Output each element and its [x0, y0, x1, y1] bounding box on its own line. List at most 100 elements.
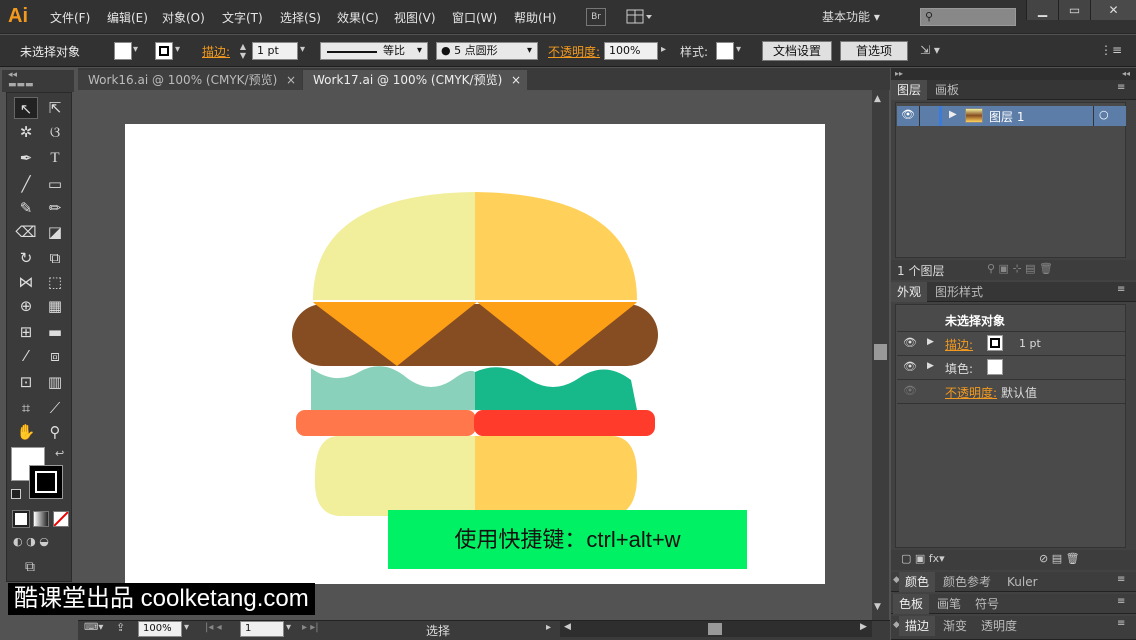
layers-footer-icons[interactable]: ⚲ ▣ ⊹ ▤ 🗑: [987, 262, 1053, 275]
next-artboard-icons[interactable]: ▸ ▸|: [302, 622, 319, 633]
expand-triangle-icon[interactable]: ▶: [927, 361, 934, 371]
chevron-down-icon[interactable]: ▾: [286, 622, 291, 633]
color-mode-button[interactable]: [12, 510, 30, 528]
chevron-down-icon[interactable]: ▸: [661, 44, 666, 55]
style-swatch[interactable]: [716, 42, 734, 60]
eye-icon[interactable]: 👁: [903, 360, 917, 373]
stroke-swatch[interactable]: [155, 42, 173, 60]
appearance-footer-right-icons[interactable]: ⊘ ▤ 🗑: [1039, 552, 1080, 565]
scroll-up-icon[interactable]: ▲: [874, 94, 881, 104]
symbol-sprayer-tool[interactable]: ⊡: [14, 371, 38, 393]
tab-stroke[interactable]: 描边: [899, 616, 936, 636]
tab-gradient[interactable]: 渐变: [937, 616, 973, 636]
free-transform-tool[interactable]: ⬚: [43, 271, 67, 293]
screen-mode-icon[interactable]: ⧉: [25, 559, 51, 577]
default-colors-icon[interactable]: [11, 489, 21, 499]
target-circle-icon[interactable]: ○: [1099, 108, 1109, 121]
expand-triangle-icon[interactable]: ▶: [949, 109, 957, 120]
type-tool[interactable]: T: [43, 147, 67, 169]
panel-menu-icon[interactable]: ≡: [1117, 596, 1125, 607]
panel-menu-icon[interactable]: ≡: [1117, 82, 1125, 93]
minimize-button[interactable]: ▁: [1026, 0, 1058, 20]
menu-type[interactable]: 文字(T): [222, 9, 263, 26]
preferences-button[interactable]: 首选项: [840, 41, 908, 61]
paintbrush-tool[interactable]: ✎: [14, 197, 38, 219]
eyedropper-tool[interactable]: ⁄: [14, 345, 38, 367]
zoom-tool[interactable]: ⚲: [43, 421, 67, 443]
width-tool[interactable]: ⋈: [14, 271, 38, 293]
tab-artboards[interactable]: 画板: [929, 80, 965, 100]
chevron-down-icon[interactable]: ▾: [133, 44, 138, 55]
lasso-tool[interactable]: ଓ: [43, 121, 67, 143]
appearance-stroke-row[interactable]: 👁 ▶ 描边: 1 pt: [897, 332, 1126, 356]
magic-wand-tool[interactable]: ✲: [14, 121, 38, 143]
menu-help[interactable]: 帮助(H): [514, 9, 556, 26]
workspace-switcher[interactable]: 基本功能 ▾: [822, 8, 880, 25]
opacity-field[interactable]: 100%: [604, 42, 658, 60]
mesh-tool[interactable]: ⊞: [14, 321, 38, 343]
menu-select[interactable]: 选择(S): [280, 9, 321, 26]
tab-transparency[interactable]: 透明度: [975, 616, 1023, 636]
menu-object[interactable]: 对象(O): [162, 9, 205, 26]
document-setup-button[interactable]: 文档设置: [762, 41, 832, 61]
menu-edit[interactable]: 编辑(E): [107, 9, 148, 26]
share-icon[interactable]: ⇪: [116, 621, 125, 634]
stroke-stepper[interactable]: ▲ ▼: [236, 42, 250, 60]
menu-effect[interactable]: 效果(C): [337, 9, 379, 26]
menu-file[interactable]: 文件(F): [50, 9, 90, 26]
eye-icon[interactable]: 👁: [901, 108, 915, 121]
direct-selection-tool[interactable]: ⇱: [43, 97, 67, 119]
tab-layers[interactable]: 图层: [891, 80, 928, 100]
arrange-documents-button[interactable]: [626, 8, 654, 26]
shape-builder-tool[interactable]: ⊕: [14, 295, 38, 317]
rotate-tool[interactable]: ↻: [14, 247, 38, 269]
artboard-tool[interactable]: ⌗: [14, 397, 38, 419]
appearance-footer-icons[interactable]: ▢ ▣ fx▾: [901, 552, 945, 565]
panel-menu-icon[interactable]: ⋮≡: [1100, 43, 1122, 57]
stroke-weight-field[interactable]: 1 pt: [252, 42, 298, 60]
horizontal-scrollbar[interactable]: ◀ ▶: [560, 621, 872, 637]
appearance-opacity-label[interactable]: 不透明度:: [945, 384, 997, 401]
panel-menu-icon[interactable]: ≡: [1117, 574, 1125, 585]
scroll-right-icon[interactable]: ▶: [860, 622, 867, 632]
prev-artboard-icons[interactable]: |◂ ◂: [205, 622, 222, 633]
tab-color[interactable]: 颜色: [899, 572, 936, 592]
tab-graphic-styles[interactable]: 图形样式: [929, 282, 989, 302]
isolate-icon[interactable]: ⇲ ▾: [920, 43, 940, 57]
perspective-grid-tool[interactable]: ▦: [43, 295, 67, 317]
scroll-left-icon[interactable]: ◀: [564, 622, 571, 632]
search-input[interactable]: ⚲: [920, 8, 1016, 26]
scroll-thumb[interactable]: [874, 344, 887, 360]
panel-menu-icon[interactable]: ≡: [1117, 284, 1125, 295]
gradient-tool[interactable]: ▬: [43, 321, 67, 343]
expand-triangle-icon[interactable]: ▶: [927, 337, 934, 347]
drawing-modes[interactable]: ◐ ◑ ◒: [13, 535, 69, 551]
layer-name[interactable]: 图层 1: [989, 108, 1024, 125]
vertical-scrollbar[interactable]: ▲ ▼: [872, 90, 889, 620]
scroll-down-icon[interactable]: ▼: [874, 602, 881, 612]
stroke-swatch-icon[interactable]: [987, 335, 1003, 351]
scroll-thumb[interactable]: [708, 623, 722, 635]
stroke-color-box[interactable]: [29, 465, 63, 499]
line-tool[interactable]: ╱: [14, 173, 38, 195]
tab-work16[interactable]: Work16.ai @ 100% (CMYK/预览) ×: [78, 70, 302, 90]
swap-icon[interactable]: ↩: [55, 447, 64, 460]
eraser-tool[interactable]: ◪: [43, 221, 67, 243]
eye-icon[interactable]: 👁: [903, 336, 917, 349]
blend-tool[interactable]: ⧈: [43, 345, 67, 367]
close-window-button[interactable]: ✕: [1090, 0, 1136, 20]
gradient-mode-button[interactable]: [33, 511, 49, 527]
fill-swatch[interactable]: [114, 42, 132, 60]
rectangle-tool[interactable]: ▭: [43, 173, 67, 195]
close-icon[interactable]: ×: [511, 70, 521, 90]
chevron-down-icon[interactable]: ▾: [175, 44, 180, 55]
artboard-number-field[interactable]: 1: [240, 621, 284, 637]
bridge-button[interactable]: Br: [586, 8, 606, 26]
fill-swatch-icon[interactable]: [987, 359, 1003, 375]
maximize-button[interactable]: ▭: [1058, 0, 1090, 20]
scale-tool[interactable]: ⧉: [43, 247, 67, 269]
appearance-fill-row[interactable]: 👁 ▶ 填色:: [897, 356, 1126, 380]
close-icon[interactable]: ×: [286, 70, 296, 90]
blob-brush-tool[interactable]: ⌫: [14, 221, 38, 243]
menu-view[interactable]: 视图(V): [394, 9, 436, 26]
